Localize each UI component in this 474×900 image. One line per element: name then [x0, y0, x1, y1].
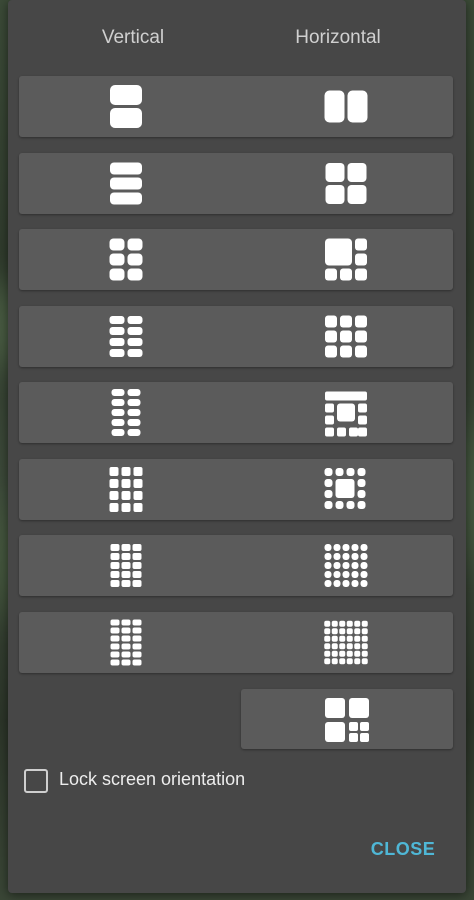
layout-option-row[interactable]: [19, 535, 453, 596]
horizontal-column-header: Horizontal: [295, 27, 381, 48]
grid-2x3-icon[interactable]: [109, 238, 143, 281]
layout-option-row[interactable]: [19, 153, 453, 214]
layout-row-icons: [110, 85, 368, 128]
grid-3x6-icon[interactable]: [110, 619, 142, 666]
layout-row-icons: [110, 619, 368, 666]
layout-option-button[interactable]: [241, 689, 453, 749]
layout-option-row[interactable]: [19, 76, 453, 137]
grid-3x3-icon[interactable]: [325, 315, 367, 358]
grid-3x4-icon[interactable]: [109, 467, 143, 512]
vertical-3-stack-icon[interactable]: [110, 162, 142, 205]
layout-row-icons: [109, 315, 367, 358]
grid-4x4-center-big-icon[interactable]: [324, 468, 366, 509]
grid-2x2-icon[interactable]: [325, 163, 367, 204]
layout-picker-dialog: Vertical Horizontal Lock screen orientat…: [8, 0, 466, 893]
layout-row-icons: [110, 544, 368, 587]
horizontal-2-side-icon[interactable]: [324, 90, 368, 123]
layout-row-icons: [109, 467, 366, 512]
layout-row-icons: [109, 238, 367, 281]
layout-option-row[interactable]: [19, 612, 453, 673]
lock-orientation-checkbox[interactable]: [24, 769, 48, 793]
layout-option-row[interactable]: [19, 229, 453, 290]
layout-option-row[interactable]: [19, 459, 453, 520]
grid-2x5-icon[interactable]: [111, 389, 141, 436]
grid-5x5-icon[interactable]: [324, 544, 368, 587]
big-plus-5-small-icon[interactable]: [325, 238, 367, 281]
layout-row-icons: [110, 162, 367, 205]
layout-option-row[interactable]: [19, 382, 453, 443]
lock-orientation-row[interactable]: Lock screen orientation: [24, 767, 324, 795]
layout-row-icons: [111, 389, 367, 437]
layout-option-row[interactable]: [19, 306, 453, 367]
vertical-column-header: Vertical: [101, 27, 165, 48]
lock-orientation-label: Lock screen orientation: [59, 769, 246, 789]
grid-3-big-4-small-icon: [325, 698, 369, 742]
grid-6x6-icon[interactable]: [324, 620, 368, 665]
grid-4x4-two-big-icon[interactable]: [325, 391, 367, 437]
dialog-header: Vertical Horizontal: [8, 0, 466, 76]
close-button[interactable]: CLOSE: [358, 834, 448, 864]
grid-3x5-icon[interactable]: [110, 544, 142, 587]
vertical-2-stack-icon[interactable]: [110, 85, 142, 128]
grid-2x4-icon[interactable]: [109, 316, 143, 357]
